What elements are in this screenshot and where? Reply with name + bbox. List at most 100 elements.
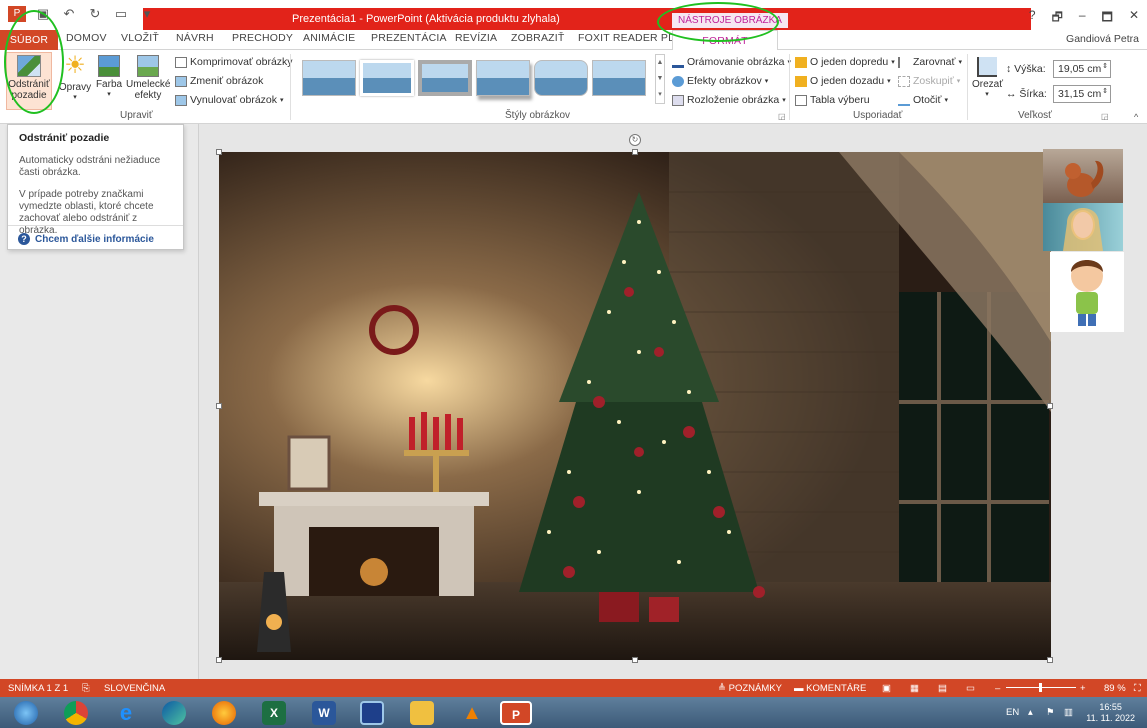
zoom-level[interactable]: 89 % bbox=[1104, 683, 1126, 694]
zoom-in-icon[interactable]: + bbox=[1080, 683, 1086, 694]
powerpoint-taskbar-icon[interactable]: P bbox=[500, 701, 532, 725]
tab-foxit[interactable]: FOXIT READER PDF bbox=[578, 32, 683, 44]
start-from-beginning-icon[interactable]: ▭ bbox=[112, 6, 130, 22]
send-backward-button[interactable]: O jeden dozadu ▾ bbox=[795, 75, 891, 87]
redo-icon[interactable]: ↻ bbox=[86, 6, 104, 22]
gallery-down-icon[interactable]: ▼ bbox=[656, 71, 664, 87]
squirrel-picture[interactable] bbox=[1043, 149, 1123, 203]
cartoon-boy-picture[interactable] bbox=[1050, 252, 1124, 332]
gallery-scroll[interactable]: ▲ ▼ ▾ bbox=[655, 54, 665, 104]
group-button[interactable]: Zoskupiť ▾ bbox=[898, 75, 960, 87]
tab-transitions[interactable]: PRECHODY bbox=[232, 32, 293, 44]
system-clock[interactable]: 16:55 11. 11. 2022 bbox=[1086, 702, 1135, 724]
start-button-icon[interactable] bbox=[14, 701, 38, 725]
undo-icon[interactable]: ↶ bbox=[60, 6, 78, 22]
resize-handle-bottom-right[interactable] bbox=[1047, 657, 1053, 663]
girl-picture[interactable] bbox=[1043, 203, 1123, 251]
reset-picture-button[interactable]: Vynulovať obrázok ▾ bbox=[175, 94, 284, 106]
bring-forward-button[interactable]: O jeden dopredu ▾ bbox=[795, 56, 895, 68]
zoom-slider-thumb[interactable] bbox=[1039, 683, 1042, 692]
picture-style-5[interactable] bbox=[534, 60, 588, 96]
language-indicator[interactable]: SLOVENČINA bbox=[104, 683, 165, 694]
minimize-button[interactable]: – bbox=[1079, 8, 1086, 29]
tab-animations[interactable]: ANIMÁCIE bbox=[303, 32, 355, 44]
slide-show-icon[interactable]: ▭ bbox=[966, 683, 975, 694]
picture-effects-button[interactable]: Efekty obrázkov ▾ bbox=[672, 75, 768, 87]
maximize-button[interactable]: 🗖 bbox=[1102, 8, 1113, 29]
picture-style-3[interactable] bbox=[418, 60, 472, 96]
color-button[interactable]: Farba ▾ bbox=[95, 52, 123, 98]
height-spinner-icon[interactable]: ⇕ bbox=[1102, 62, 1108, 70]
excel-icon[interactable]: X bbox=[262, 701, 286, 725]
rotate-button[interactable]: Otočiť ▾ bbox=[898, 94, 948, 106]
firefox-icon[interactable] bbox=[212, 701, 236, 725]
tab-review[interactable]: REVÍZIA bbox=[455, 32, 497, 44]
styles-dialog-launcher-icon[interactable]: ◲ bbox=[778, 112, 786, 121]
slide-counter[interactable]: SNÍMKA 1 Z 1 bbox=[8, 683, 68, 694]
crop-button[interactable]: Orezať ▾ bbox=[972, 52, 1003, 98]
align-button[interactable]: Zarovnať ▾ bbox=[898, 56, 962, 68]
artistic-effects-button[interactable]: Umelecké efekty bbox=[126, 52, 170, 101]
picture-style-2[interactable] bbox=[360, 60, 414, 96]
close-button[interactable]: ✕ bbox=[1129, 8, 1139, 29]
spell-check-icon[interactable]: ⎘ bbox=[82, 683, 90, 694]
resize-handle-bottom[interactable] bbox=[632, 657, 638, 663]
reset-dropdown-icon: ▾ bbox=[280, 97, 284, 104]
internet-explorer-icon[interactable]: e bbox=[114, 701, 138, 725]
save-disk-icon[interactable] bbox=[360, 701, 384, 725]
crop-dropdown-icon: ▾ bbox=[985, 91, 989, 98]
resize-handle-right[interactable] bbox=[1047, 403, 1053, 409]
flag-icon[interactable]: ⚑ bbox=[1046, 707, 1055, 718]
tab-presentation[interactable]: PREZENTÁCIA bbox=[371, 32, 447, 44]
width-input[interactable]: 31,15 cm ⇕ bbox=[1053, 85, 1111, 103]
tab-insert[interactable]: VLOŽIŤ bbox=[121, 32, 159, 44]
picture-style-4[interactable] bbox=[476, 60, 530, 96]
input-language[interactable]: EN bbox=[1006, 707, 1019, 718]
user-name[interactable]: Gandiová Petra bbox=[1066, 33, 1139, 45]
resize-handle-top-left[interactable] bbox=[216, 149, 222, 155]
tab-design[interactable]: NÁVRH bbox=[176, 32, 214, 44]
picture-layout-button[interactable]: Rozloženie obrázka ▾ bbox=[672, 94, 786, 106]
ribbon-display-options-button[interactable]: 🗗 bbox=[1052, 8, 1063, 29]
picture-border-button[interactable]: Orámovanie obrázka ▾ bbox=[672, 56, 791, 68]
selection-pane-button[interactable]: Tabla výberu bbox=[795, 94, 870, 106]
chrome-icon[interactable] bbox=[64, 701, 88, 725]
comments-button[interactable]: ▬ KOMENTÁRE bbox=[794, 683, 866, 694]
zoom-out-icon[interactable]: – bbox=[995, 683, 1000, 694]
picture-style-6[interactable] bbox=[592, 60, 646, 96]
size-dialog-launcher-icon[interactable]: ◲ bbox=[1101, 112, 1109, 121]
word-icon[interactable]: W bbox=[312, 701, 336, 725]
christmas-tree-picture[interactable] bbox=[219, 152, 1051, 660]
network-icon[interactable]: ▥ bbox=[1064, 707, 1073, 718]
edge-icon[interactable] bbox=[162, 701, 186, 725]
tab-view[interactable]: ZOBRAZIŤ bbox=[511, 32, 565, 44]
picture-border-icon bbox=[672, 57, 684, 68]
vlc-icon[interactable]: ▲ bbox=[460, 701, 484, 725]
color-icon bbox=[98, 55, 120, 77]
compress-pictures-button[interactable]: Komprimovať obrázky bbox=[175, 56, 293, 68]
notes-button[interactable]: ≜ POZNÁMKY bbox=[718, 683, 782, 694]
gallery-more-icon[interactable]: ▾ bbox=[656, 87, 664, 103]
resize-handle-left[interactable] bbox=[216, 403, 222, 409]
resize-handle-bottom-left[interactable] bbox=[216, 657, 222, 663]
customize-qat-icon[interactable]: ▾ bbox=[138, 6, 156, 22]
slide-sorter-icon[interactable]: ▦ bbox=[910, 683, 919, 694]
width-spinner-icon[interactable]: ⇕ bbox=[1102, 87, 1108, 95]
tray-expand-icon[interactable]: ▴ bbox=[1028, 707, 1033, 718]
height-input[interactable]: 19,05 cm ⇕ bbox=[1053, 60, 1111, 78]
adjust-group-label: Upraviť bbox=[120, 110, 153, 121]
reading-view-icon[interactable]: ▤ bbox=[938, 683, 947, 694]
collapse-ribbon-icon[interactable]: ^ bbox=[1134, 112, 1138, 122]
resize-handle-top[interactable] bbox=[632, 149, 638, 155]
file-explorer-icon[interactable] bbox=[410, 701, 434, 725]
gallery-up-icon[interactable]: ▲ bbox=[656, 55, 664, 71]
fit-to-window-icon[interactable]: ⛶ bbox=[1134, 683, 1141, 694]
tooltip-more-info-link[interactable]: ? Chcem ďalšie informácie bbox=[18, 233, 154, 245]
tab-home[interactable]: DOMOV bbox=[66, 32, 107, 44]
help-button[interactable]: ? bbox=[1029, 8, 1036, 29]
change-picture-button[interactable]: Zmeniť obrázok bbox=[175, 75, 263, 87]
picture-style-1[interactable] bbox=[302, 60, 356, 96]
rotate-handle-icon[interactable]: ↻ bbox=[629, 134, 641, 146]
styles-group-label: Štýly obrázkov bbox=[505, 110, 571, 121]
normal-view-icon[interactable]: ▣ bbox=[882, 683, 891, 694]
